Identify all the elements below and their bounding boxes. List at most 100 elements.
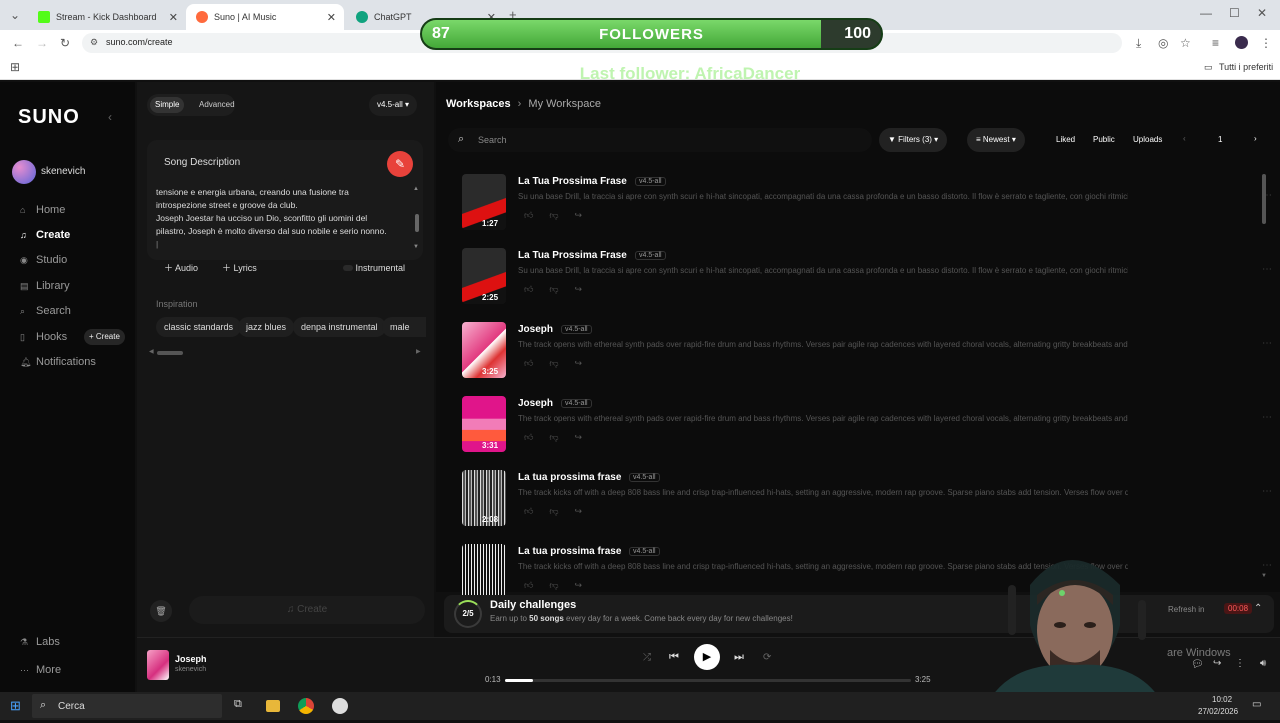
inspiration-chip[interactable]: jazz blues xyxy=(238,317,295,337)
magic-wand-icon[interactable]: ✎ xyxy=(387,151,413,177)
thumbs-up-icon[interactable]: 👍︎ xyxy=(524,506,549,516)
song-title[interactable]: La tua prossima frase xyxy=(518,546,621,557)
window-close-icon[interactable]: ✕ xyxy=(1257,6,1267,20)
inspiration-chip[interactable]: classic standards xyxy=(156,317,242,337)
filters-button[interactable]: ▼ Filters (3) ▾ xyxy=(879,128,948,152)
scroll-right-icon[interactable]: ▶ xyxy=(416,348,421,355)
menu-kebab-icon[interactable]: ⋮ xyxy=(1260,36,1272,50)
media-icon[interactable]: ≡ xyxy=(1212,36,1219,50)
next-track-icon[interactable]: ⏭ xyxy=(734,651,744,664)
scroll-down-icon[interactable]: ▼ xyxy=(1261,573,1267,579)
liked-filter[interactable]: Liked xyxy=(1056,135,1075,144)
now-playing-title[interactable]: Joseph xyxy=(175,654,207,664)
now-playing-cover[interactable] xyxy=(147,650,169,680)
share-icon[interactable]: ↪ xyxy=(575,358,599,368)
song-title[interactable]: La tua prossima frase xyxy=(518,472,621,483)
song-cover[interactable]: 3:25 xyxy=(462,322,506,378)
tab-search-icon[interactable]: ⌄ xyxy=(10,8,20,22)
instrumental-toggle[interactable]: Instrumental xyxy=(335,258,413,278)
tab-kick-dashboard[interactable]: Stream - Kick Dashboard ✕ xyxy=(28,4,186,30)
song-row[interactable]: 3:31 Joseph v4.5-all The track opens wit… xyxy=(462,396,1272,470)
chevron-up-icon[interactable]: ⌃ xyxy=(1254,603,1262,614)
mode-advanced-button[interactable]: Advanced xyxy=(199,97,235,113)
comment-icon[interactable]: 💬︎ xyxy=(1191,659,1204,670)
collapse-sidebar-icon[interactable]: ‹ xyxy=(108,110,112,124)
inspiration-chip[interactable]: denpa instrumental xyxy=(293,317,386,337)
suno-logo[interactable]: SUNO xyxy=(18,106,80,129)
previous-track-icon[interactable]: ⏮ xyxy=(669,651,679,664)
scroll-left-icon[interactable]: ◀ xyxy=(149,348,154,355)
sidebar-item-create[interactable]: ♫ Create xyxy=(20,229,70,241)
thumbs-up-icon[interactable]: 👍︎ xyxy=(524,580,549,590)
taskbar-search[interactable]: ⌕ Cerca xyxy=(32,694,222,718)
close-tab-icon[interactable]: ✕ xyxy=(169,11,178,24)
thumbs-down-icon[interactable]: 👎︎ xyxy=(549,358,574,368)
song-more-icon[interactable]: ⋯ xyxy=(1262,486,1272,497)
reload-icon[interactable]: ↻ xyxy=(60,36,70,50)
description-textarea[interactable]: tensione e energia urbana, creando una f… xyxy=(156,186,402,251)
breadcrumb-workspaces-link[interactable]: Workspaces xyxy=(446,98,511,110)
steam-icon[interactable] xyxy=(332,698,348,714)
mode-simple-button[interactable]: Simple xyxy=(150,97,185,113)
progress-track[interactable] xyxy=(505,679,911,682)
uploads-filter[interactable]: Uploads xyxy=(1133,135,1162,144)
bookmark-star-icon[interactable]: ☆ xyxy=(1180,36,1191,50)
thumbs-down-icon[interactable]: 👎︎ xyxy=(549,506,574,516)
share-icon[interactable]: ↪ xyxy=(575,506,599,516)
inspiration-chip[interactable]: male clea xyxy=(382,317,426,337)
textarea-scrollbar[interactable] xyxy=(415,214,419,232)
song-cover[interactable] xyxy=(462,544,506,600)
song-cover[interactable]: 1:27 xyxy=(462,174,506,230)
windows-start-icon[interactable]: ⊞ xyxy=(10,698,21,714)
sidebar-item-more[interactable]: ⋯ More xyxy=(20,664,61,676)
public-filter[interactable]: Public xyxy=(1093,135,1115,144)
song-more-icon[interactable]: ⋯ xyxy=(1262,338,1272,349)
now-playing-artist[interactable]: skenevich xyxy=(175,666,206,673)
play-button[interactable]: ▶ xyxy=(694,644,720,670)
share-icon[interactable]: ↪ xyxy=(575,580,599,590)
share-icon[interactable]: ↪ xyxy=(1213,658,1221,669)
thumbs-down-icon[interactable]: 👎︎ xyxy=(549,580,574,590)
share-icon[interactable]: ↪ xyxy=(575,432,599,442)
volume-icon[interactable]: 🔊︎ xyxy=(1260,658,1266,669)
thumbs-down-icon[interactable]: 👎︎ xyxy=(549,284,574,294)
song-title[interactable]: Joseph xyxy=(518,324,553,335)
eye-off-icon[interactable]: ◎ xyxy=(1158,36,1168,50)
sidebar-item-notifications[interactable]: 🔔︎ Notifications xyxy=(20,356,96,368)
add-lyrics-button[interactable]: ＋ Lyrics xyxy=(214,258,265,278)
thumbs-down-icon[interactable]: 👎︎ xyxy=(549,210,574,220)
add-audio-button[interactable]: ＋ Audio xyxy=(156,258,206,278)
model-selector[interactable]: v4.5-all ▾ xyxy=(369,94,418,116)
song-row[interactable]: 2:25 La Tua Prossima Frase v4.5-all Su u… xyxy=(462,248,1272,322)
create-button[interactable]: ♫ Create xyxy=(189,596,425,624)
scroll-down-icon[interactable]: ▼ xyxy=(413,244,419,250)
inspiration-scrollbar[interactable] xyxy=(157,351,183,355)
more-options-icon[interactable]: ⋮ xyxy=(1235,658,1245,669)
forward-icon[interactable]: → xyxy=(36,36,48,50)
notification-center-icon[interactable]: ▭ xyxy=(1252,699,1261,710)
avatar[interactable] xyxy=(12,160,36,184)
sidebar-item-labs[interactable]: ⚗ Labs xyxy=(20,636,60,648)
song-more-icon[interactable]: ⋯ xyxy=(1262,560,1272,571)
song-cover[interactable]: 2:25 xyxy=(462,248,506,304)
sort-button[interactable]: ≡ Newest ▾ xyxy=(967,128,1025,152)
trash-icon[interactable]: 🗑︎ xyxy=(150,600,172,622)
share-icon[interactable]: ↪ xyxy=(575,210,599,220)
sidebar-item-studio[interactable]: ◉ Studio xyxy=(20,254,67,266)
sidebar-item-library[interactable]: ▤ Library xyxy=(20,280,70,292)
song-row[interactable]: 2:08 La tua prossima frase v4.5-all The … xyxy=(462,470,1272,544)
song-more-icon[interactable]: ⋯ xyxy=(1262,412,1272,423)
thumbs-up-icon[interactable]: 👍︎ xyxy=(524,210,549,220)
song-more-icon[interactable]: ⋯ xyxy=(1262,264,1272,275)
username[interactable]: skenevich xyxy=(41,166,85,177)
song-title[interactable]: Joseph xyxy=(518,398,553,409)
minimize-icon[interactable]: — xyxy=(1200,6,1212,20)
chrome-icon[interactable] xyxy=(298,698,314,714)
task-view-icon[interactable]: ⧉ xyxy=(234,698,242,711)
shuffle-icon[interactable]: ⤮ xyxy=(643,652,651,663)
sidebar-item-search[interactable]: ⌕ Search xyxy=(20,305,71,317)
repeat-icon[interactable]: ⟳ xyxy=(763,652,771,663)
song-row[interactable]: 1:27 La Tua Prossima Frase v4.5-all Su u… xyxy=(462,174,1272,248)
share-icon[interactable]: ↪ xyxy=(575,284,599,294)
search-input[interactable]: ⌕ Search xyxy=(448,128,872,152)
